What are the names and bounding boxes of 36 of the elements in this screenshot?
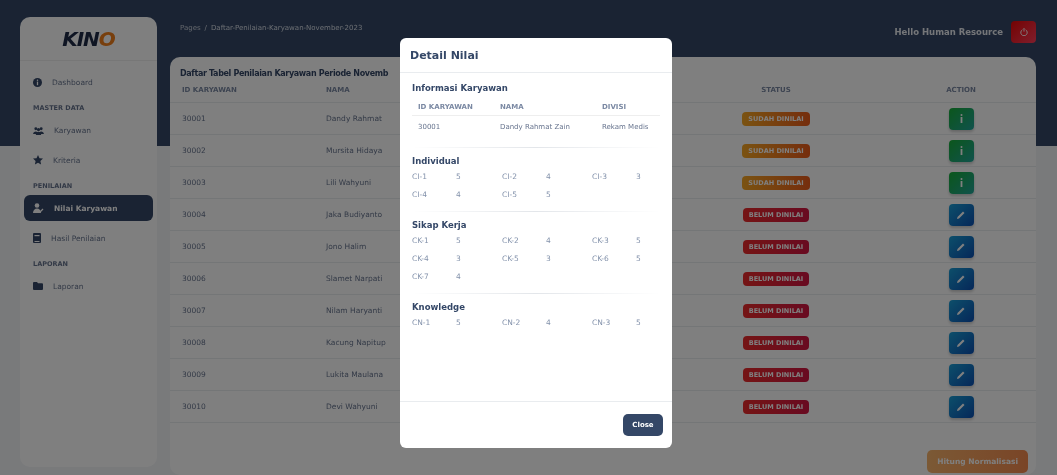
pencil-icon <box>957 370 965 379</box>
user-icon <box>33 203 44 213</box>
users-icon <box>33 125 44 135</box>
user-greeting: Hello Human Resource <box>894 27 1003 37</box>
folder-icon <box>33 282 43 290</box>
edit-button[interactable] <box>948 235 974 258</box>
info-icon <box>33 77 42 87</box>
edit-button[interactable] <box>948 331 974 354</box>
pencil-icon <box>957 338 965 347</box>
section-title: Knowledge <box>412 302 466 312</box>
pencil-icon <box>957 210 965 219</box>
table-title: Daftar Tabel Penilaian Karyawan Periode Novemb <box>179 69 390 78</box>
section-title: Individual <box>412 156 461 166</box>
pencil-icon <box>957 402 965 411</box>
star-icon <box>33 155 43 165</box>
edit-button[interactable] <box>948 363 974 386</box>
info-icon <box>959 114 963 123</box>
edit-button[interactable] <box>948 267 974 290</box>
info-button[interactable] <box>948 107 974 130</box>
edit-button[interactable] <box>948 203 974 226</box>
logout-button[interactable] <box>1011 21 1036 43</box>
pencil-icon <box>957 242 965 251</box>
dialog-title: Detail Nilai <box>410 48 479 62</box>
power-icon <box>1019 28 1028 36</box>
edit-button[interactable] <box>948 395 974 418</box>
logo: KINO <box>20 17 157 61</box>
section-title: Informasi Karyawan <box>412 83 509 93</box>
edit-button[interactable] <box>948 299 974 322</box>
info-icon <box>959 146 963 155</box>
pencil-icon <box>957 306 965 315</box>
info-button[interactable] <box>948 171 974 194</box>
info-button[interactable] <box>948 139 974 162</box>
section-title: Sikap Kerja <box>412 220 468 230</box>
book-icon <box>33 233 41 243</box>
pencil-icon <box>957 274 965 283</box>
info-icon <box>959 178 963 187</box>
